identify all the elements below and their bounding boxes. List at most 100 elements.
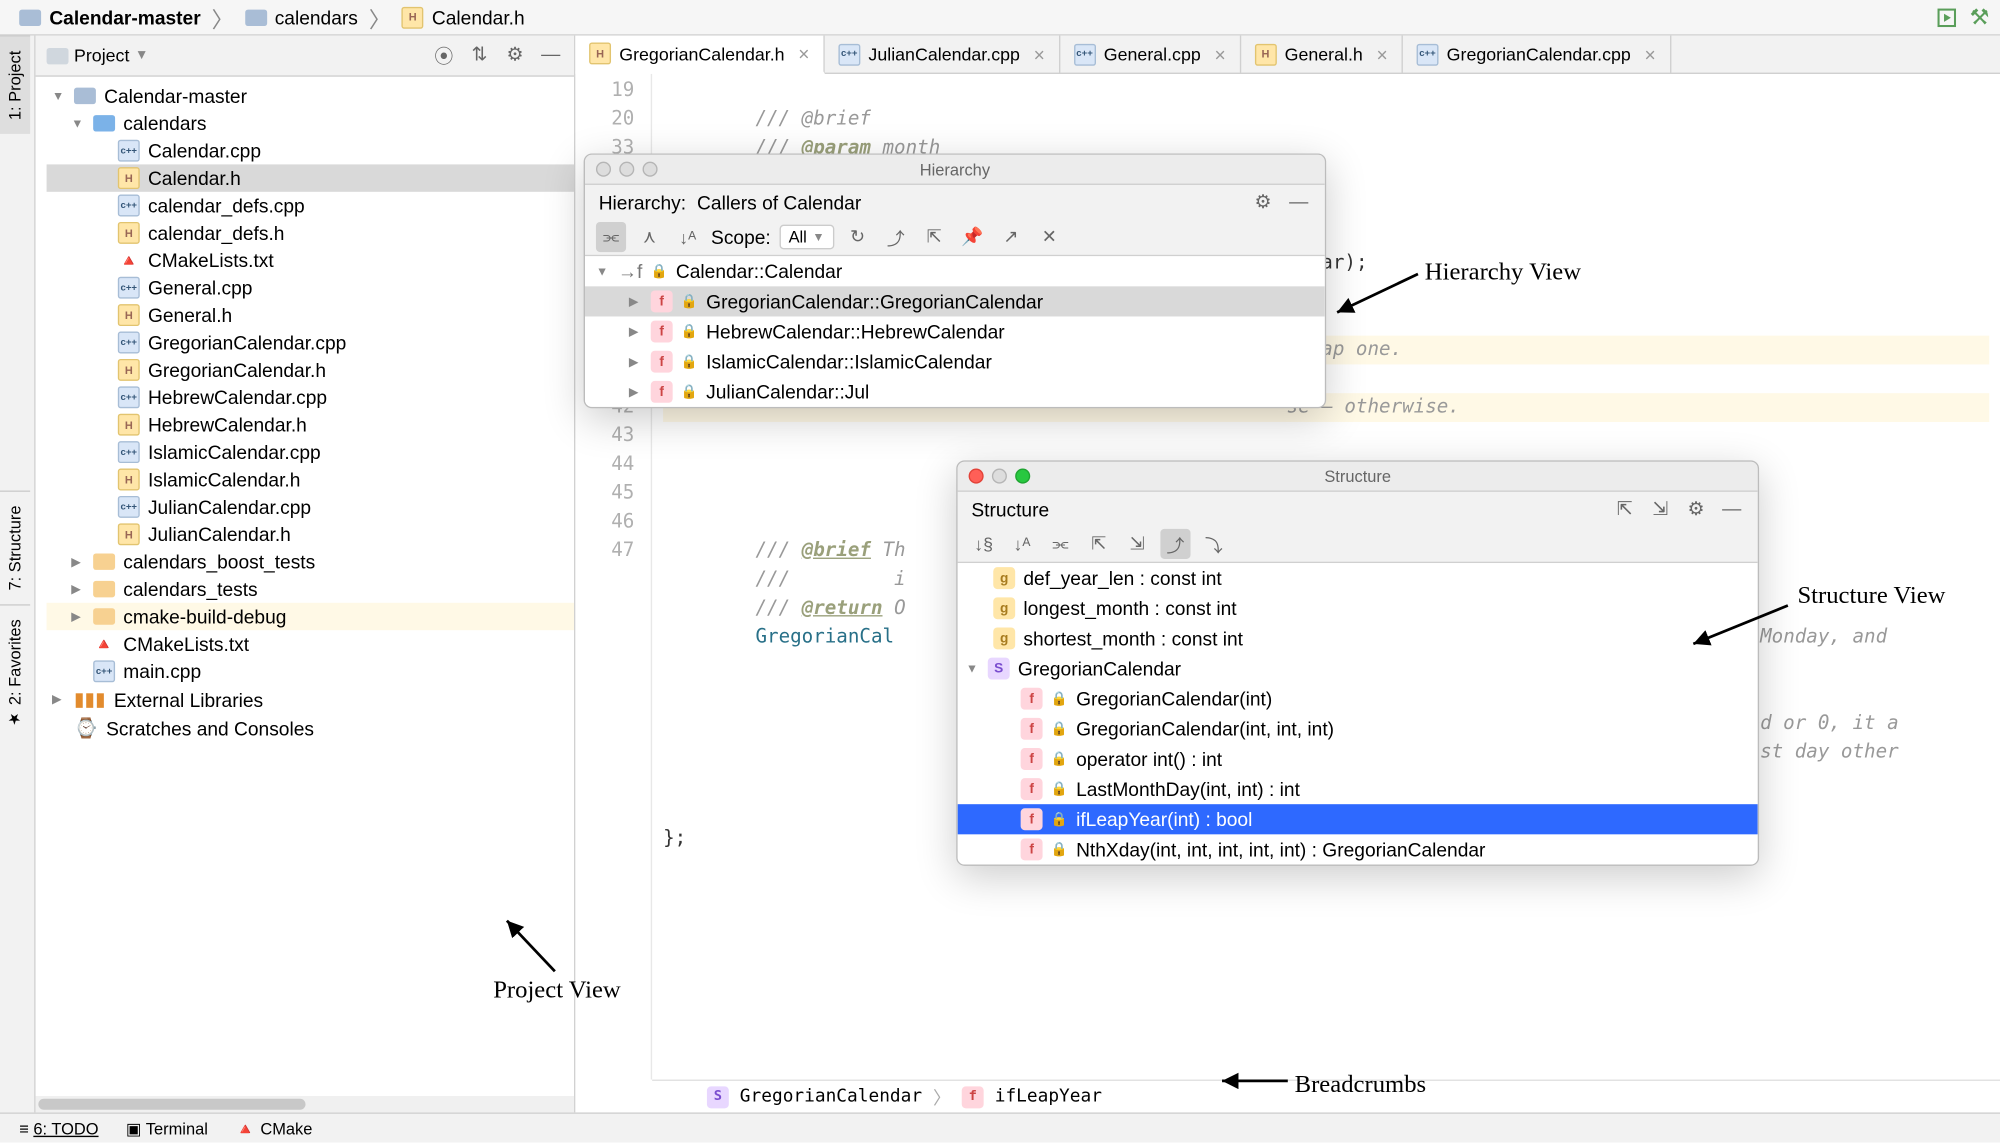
window-traffic-lights[interactable] (969, 469, 1031, 484)
hierarchy-item[interactable]: f🔒HebrewCalendar::HebrewCalendar (585, 316, 1325, 346)
tree-folder[interactable]: calendars_boost_tests (47, 548, 574, 575)
structure-member[interactable]: f🔒GregorianCalendar(int, int, int) (958, 714, 1758, 744)
tree-file[interactable]: HGeneral.h (47, 301, 574, 328)
window-traffic-lights[interactable] (596, 162, 658, 177)
tree-file[interactable]: c++JulianCalendar.cpp (47, 493, 574, 520)
tree-file[interactable]: HGregorianCalendar.h (47, 356, 574, 383)
tree-file[interactable]: c++HebrewCalendar.cpp (47, 384, 574, 411)
side-tab-project[interactable]: 1: Project (0, 36, 30, 134)
structure-class[interactable]: SGregorianCalendar (958, 653, 1758, 683)
breadcrumb-member[interactable]: ifLeapYear (995, 1086, 1102, 1107)
tree-scratches[interactable]: ⌚Scratches and Consoles (47, 714, 574, 743)
close-tab-icon[interactable]: × (1214, 43, 1225, 65)
expand-all-icon[interactable]: ⇅ (467, 42, 492, 69)
export-icon[interactable]: ↗ (996, 222, 1026, 252)
close-tab-icon[interactable]: × (798, 42, 809, 64)
settings-gear-icon[interactable]: ⚙ (1251, 190, 1276, 213)
tree-folder-calendars[interactable]: calendars (47, 110, 574, 137)
tree-folder[interactable]: cmake-build-debug (47, 603, 574, 630)
settings-gear-icon[interactable]: ⚙ (503, 42, 528, 69)
editor-tab[interactable]: HGeneral.h× (1241, 35, 1403, 73)
tree-folder[interactable]: calendars_tests (47, 575, 574, 602)
tree-file[interactable]: Hcalendar_defs.h (47, 219, 574, 246)
breadcrumb-folder[interactable]: calendars (236, 6, 366, 28)
caller-hierarchy-icon[interactable]: ⫘ (596, 222, 626, 252)
refresh-icon[interactable]: ↻ (842, 222, 872, 252)
panel-titlebar[interactable]: Hierarchy (585, 155, 1325, 185)
panel-titlebar[interactable]: Structure (958, 462, 1758, 492)
collapse-all-icon[interactable]: ⇲ (1122, 529, 1152, 559)
show-inherited-icon[interactable]: ⫘ (1045, 529, 1075, 559)
build-hammer-icon[interactable]: ⚒ (1970, 3, 1990, 30)
structure-item[interactable]: glongest_month : const int (958, 593, 1758, 623)
pin-icon[interactable]: 📌 (957, 222, 987, 252)
tree-file[interactable]: HIslamicCalendar.h (47, 466, 574, 493)
breadcrumb-class[interactable]: GregorianCalendar (740, 1086, 922, 1107)
bottom-tab-terminal[interactable]: ▣ Terminal (126, 1119, 208, 1138)
autoscroll-to-source-icon[interactable]: ⤴ (1160, 529, 1190, 559)
expand-icon[interactable]: ⇱ (1612, 497, 1637, 520)
bottom-tab-cmake[interactable]: 🔺 CMake (235, 1119, 312, 1138)
hide-icon[interactable]: — (1719, 497, 1744, 520)
tree-file[interactable]: c++calendar_defs.cpp (47, 192, 574, 219)
tree-file[interactable]: c++main.cpp (47, 658, 574, 685)
hierarchy-item[interactable]: f🔒GregorianCalendar::GregorianCalendar (585, 286, 1325, 316)
editor-tab[interactable]: c++GregorianCalendar.cpp× (1403, 35, 1671, 73)
breadcrumb-root[interactable]: Calendar-master (11, 6, 209, 28)
structure-item[interactable]: gdef_year_len : const int (958, 563, 1758, 593)
hierarchy-root[interactable]: →f🔒Calendar::Calendar (585, 256, 1325, 286)
close-tab-icon[interactable]: × (1034, 43, 1045, 65)
tree-external-libs[interactable]: ▮▮▮External Libraries (47, 685, 574, 714)
hide-icon[interactable]: — (538, 42, 563, 69)
side-tab-favorites[interactable]: ★ 2: Favorites (0, 604, 30, 741)
expand-all-icon[interactable]: ⇱ (919, 222, 949, 252)
scope-selector[interactable]: All▼ (779, 225, 834, 250)
side-tab-structure[interactable]: 7: Structure (0, 490, 30, 604)
tree-file[interactable]: c++Calendar.cpp (47, 137, 574, 164)
sort-visibility-icon[interactable]: ↓§ (969, 529, 999, 559)
tree-file[interactable]: c++GregorianCalendar.cpp (47, 329, 574, 356)
structure-member[interactable]: f🔒LastMonthDay(int, int) : int (958, 774, 1758, 804)
hierarchy-panel[interactable]: Hierarchy Hierarchy: Callers of Calendar… (584, 153, 1327, 408)
structure-member[interactable]: f🔒operator int() : int (958, 744, 1758, 774)
hierarchy-item[interactable]: f🔒IslamicCalendar::IslamicCalendar (585, 347, 1325, 377)
collapse-icon[interactable]: ⇲ (1648, 497, 1673, 520)
tree-file[interactable]: c++IslamicCalendar.cpp (47, 438, 574, 465)
settings-gear-icon[interactable]: ⚙ (1684, 497, 1709, 520)
editor-tab[interactable]: c++JulianCalendar.cpp× (825, 35, 1060, 73)
close-tab-icon[interactable]: × (1377, 43, 1388, 65)
bottom-tab-todo[interactable]: ≡ 6: TODO (19, 1119, 98, 1138)
tree-root[interactable]: Calendar-master (47, 82, 574, 109)
breadcrumb-file[interactable]: H Calendar.h (394, 6, 533, 28)
sort-alpha-icon[interactable]: ↓ᴬ (673, 222, 703, 252)
close-icon[interactable]: ✕ (1034, 222, 1064, 252)
hide-icon[interactable]: — (1286, 190, 1311, 213)
autoscroll-from-source-icon[interactable]: ⤵ (1199, 529, 1229, 559)
close-tab-icon[interactable]: × (1645, 43, 1656, 65)
structure-panel[interactable]: Structure Structure ⇱ ⇲ ⚙ — ↓§ ↓ᴬ ⫘ ⇱ ⇲ … (956, 460, 1759, 866)
sort-alpha-icon[interactable]: ↓ᴬ (1007, 529, 1037, 559)
run-target-icon[interactable] (1937, 8, 1956, 27)
project-view-selector[interactable]: Project ▼ (47, 45, 149, 66)
structure-member[interactable]: f🔒NthXday(int, int, int, int, int) : Gre… (958, 834, 1758, 864)
callee-hierarchy-icon[interactable]: ⋏ (634, 222, 664, 252)
tree-file[interactable]: 🔺CMakeLists.txt (47, 630, 574, 657)
structure-tree[interactable]: gdef_year_len : const int glongest_month… (958, 563, 1758, 864)
tree-file-label: IslamicCalendar.h (148, 469, 300, 491)
expand-all-icon[interactable]: ⇱ (1084, 529, 1114, 559)
autoscroll-icon[interactable]: ⤴ (881, 222, 911, 252)
tree-file[interactable]: HJulianCalendar.h (47, 521, 574, 548)
hierarchy-item[interactable]: f🔒JulianCalendar::Jul (585, 377, 1325, 407)
editor-tab[interactable]: c++General.cpp× (1060, 35, 1241, 73)
tree-file[interactable]: HHebrewCalendar.h (47, 411, 574, 438)
editor-tab[interactable]: HGregorianCalendar.h× (575, 36, 824, 74)
tree-file[interactable]: HCalendar.h (47, 164, 574, 191)
structure-member[interactable]: f🔒GregorianCalendar(int) (958, 684, 1758, 714)
horizontal-scrollbar[interactable] (36, 1096, 574, 1112)
tree-file[interactable]: 🔺CMakeLists.txt (47, 247, 574, 274)
structure-member[interactable]: f🔒ifLeapYear(int) : bool (958, 804, 1758, 834)
locate-icon[interactable]: ⦿ (432, 42, 457, 69)
structure-item[interactable]: gshortest_month : const int (958, 623, 1758, 653)
tree-file[interactable]: c++General.cpp (47, 274, 574, 301)
hierarchy-tree[interactable]: →f🔒Calendar::Calendar f🔒GregorianCalenda… (585, 256, 1325, 407)
